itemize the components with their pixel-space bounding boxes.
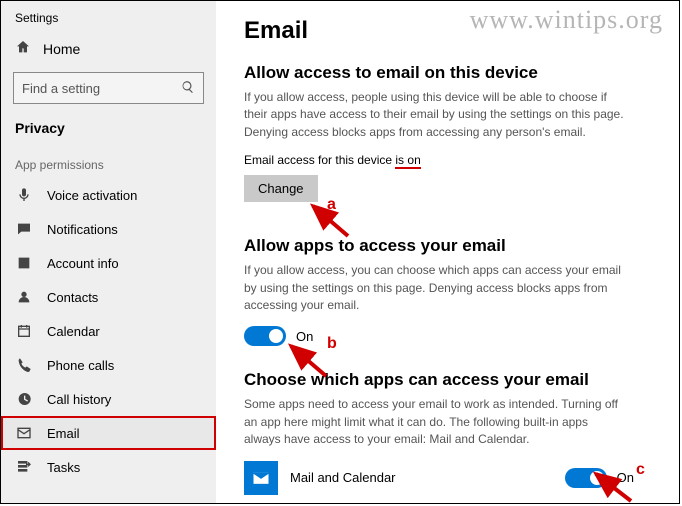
sidebar-item-callhistory[interactable]: Call history (1, 382, 216, 416)
allow-apps-toggle[interactable] (244, 326, 286, 346)
account-icon (15, 255, 33, 271)
nav-label: Account info (47, 256, 119, 271)
section1-heading: Allow access to email on this device (244, 63, 651, 83)
search-icon (181, 80, 195, 97)
nav-label: Tasks (47, 460, 80, 475)
sidebar-item-notifications[interactable]: Notifications (1, 212, 216, 246)
mail-app-icon (244, 461, 278, 495)
sidebar-item-contacts[interactable]: Contacts (1, 280, 216, 314)
sidebar-item-calendar[interactable]: Calendar (1, 314, 216, 348)
sidebar: Settings Home Find a setting Privacy App… (1, 1, 216, 503)
home-icon (15, 39, 31, 58)
calendar-icon (15, 323, 33, 339)
app-title: Settings (1, 7, 216, 33)
tasks-icon (15, 459, 33, 475)
search-input[interactable]: Find a setting (13, 72, 204, 104)
section3-heading: Choose which apps can access your email (244, 370, 651, 390)
sidebar-item-tasks[interactable]: Tasks (1, 450, 216, 484)
sidebar-item-account[interactable]: Account info (1, 246, 216, 280)
status-prefix: Email access for this device (244, 153, 395, 167)
sidebar-item-voice[interactable]: Voice activation (1, 178, 216, 212)
nav-label-home: Home (43, 41, 80, 57)
notification-icon (15, 221, 33, 237)
change-button[interactable]: Change (244, 175, 318, 202)
section1-desc: If you allow access, people using this d… (244, 89, 624, 141)
history-icon (15, 391, 33, 407)
sidebar-item-email[interactable]: Email (1, 416, 216, 450)
nav-label: Voice activation (47, 188, 137, 203)
status-value: is on (395, 153, 420, 169)
window-frame: Settings Home Find a setting Privacy App… (0, 0, 680, 504)
nav-home[interactable]: Home (1, 33, 216, 64)
nav-label: Email (47, 426, 80, 441)
nav-label: Contacts (47, 290, 98, 305)
app-row-mail: Mail and Calendar On (244, 461, 634, 495)
mail-app-toggle[interactable] (565, 468, 607, 488)
device-status: Email access for this device is on (244, 153, 651, 167)
nav-label: Calendar (47, 324, 100, 339)
search-placeholder: Find a setting (22, 81, 100, 96)
section-header: App permissions (1, 144, 216, 178)
page-title: Email (244, 17, 651, 45)
section3-desc: Some apps need to access your email to w… (244, 396, 624, 448)
mic-icon (15, 187, 33, 203)
section2-desc: If you allow access, you can choose whic… (244, 262, 624, 314)
sidebar-item-phone[interactable]: Phone calls (1, 348, 216, 382)
nav-label: Notifications (47, 222, 118, 237)
contacts-icon (15, 289, 33, 305)
app-label: Mail and Calendar (290, 470, 396, 485)
current-section: Privacy (1, 112, 216, 144)
nav-label: Phone calls (47, 358, 114, 373)
nav-label: Call history (47, 392, 111, 407)
main-content: Email Allow access to email on this devi… (216, 1, 679, 503)
allow-apps-state: On (296, 329, 313, 344)
phone-icon (15, 357, 33, 373)
section2-heading: Allow apps to access your email (244, 236, 651, 256)
email-icon (15, 425, 33, 441)
mail-app-state: On (617, 470, 634, 485)
